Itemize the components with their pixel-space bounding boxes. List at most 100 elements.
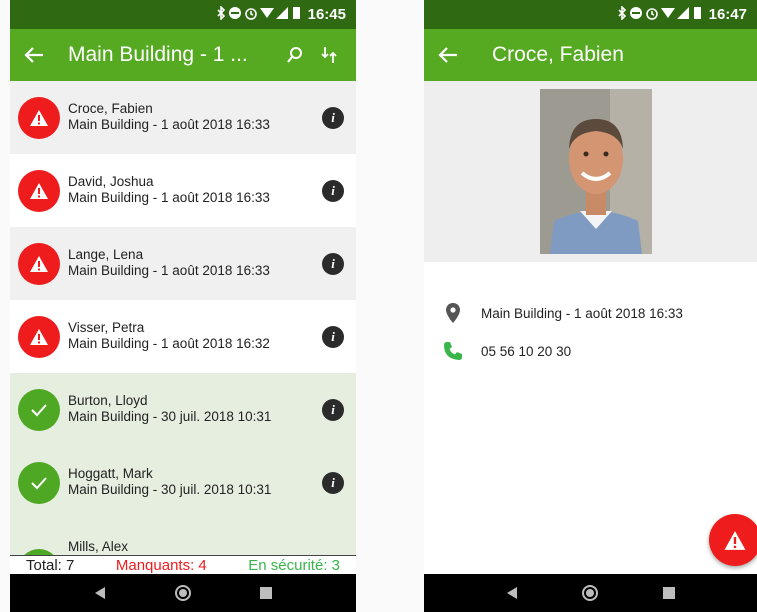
status-icons — [216, 5, 302, 23]
nav-recents-button[interactable] — [662, 586, 676, 600]
alarm-icon — [244, 8, 257, 20]
arrow-left-icon — [438, 47, 457, 63]
info-icon: i — [331, 182, 335, 198]
search-button[interactable] — [278, 29, 312, 81]
status-time: 16:45 — [307, 6, 346, 23]
list-item-text: David, Joshua Main Building - 1 août 201… — [68, 174, 270, 206]
detail-section: Main Building - 1 août 2018 16:33 05 56 … — [424, 262, 757, 370]
status-icons — [617, 5, 703, 23]
list-item[interactable]: Mills, Alex i — [10, 519, 356, 555]
do-not-disturb-icon — [629, 7, 642, 19]
nav-back-button[interactable] — [505, 586, 519, 600]
arrow-left-icon — [24, 47, 43, 63]
list-item[interactable]: Burton, Lloyd Main Building - 30 juil. 2… — [10, 373, 356, 446]
info-icon: i — [331, 401, 335, 417]
search-icon — [287, 47, 302, 63]
nav-home-button[interactable] — [581, 584, 599, 602]
system-nav-bar — [424, 574, 757, 612]
person-location: Main Building - 1 août 2018 16:33 — [68, 263, 270, 278]
back-button[interactable] — [424, 29, 472, 81]
alarm-icon — [645, 8, 658, 20]
wifi-icon — [259, 8, 274, 18]
app-bar: Croce, Fabien — [424, 29, 757, 81]
person-list: Croce, Fabien Main Building - 1 août 201… — [10, 81, 356, 555]
check-icon — [31, 403, 47, 416]
list-item-text: Burton, Lloyd Main Building - 30 juil. 2… — [68, 393, 271, 425]
list-item[interactable]: David, Joshua Main Building - 1 août 201… — [10, 154, 356, 227]
info-icon: i — [331, 474, 335, 490]
phone-text[interactable]: 05 56 10 20 30 — [481, 344, 571, 359]
phone-icon — [442, 340, 464, 362]
person-name: Mills, Alex — [68, 539, 129, 554]
info-button[interactable]: i — [322, 106, 344, 129]
info-button[interactable]: i — [322, 398, 344, 421]
info-button[interactable]: i — [322, 179, 344, 202]
status-time: 16:47 — [708, 6, 747, 23]
safe-badge — [18, 461, 60, 504]
system-nav-bar — [10, 574, 356, 612]
total-count: Total: 7 — [26, 556, 75, 574]
person-name: Lange, Lena — [68, 247, 144, 262]
person-location: Main Building - 1 août 2018 16:33 — [68, 117, 270, 132]
person-photo — [540, 89, 652, 254]
alert-fab-button[interactable] — [709, 514, 757, 566]
nav-back-button[interactable] — [93, 586, 107, 600]
info-button[interactable]: i — [322, 325, 344, 348]
list-item[interactable]: Lange, Lena Main Building - 1 août 2018 … — [10, 227, 356, 300]
safe-count: En sécurité: 3 — [248, 556, 340, 574]
list-item[interactable]: Visser, Petra Main Building - 1 août 201… — [10, 300, 356, 373]
location-pin-icon — [442, 302, 464, 324]
list-item-text: Hoggatt, Mark Main Building - 30 juil. 2… — [68, 466, 271, 498]
status-bar: 16:47 — [424, 0, 757, 29]
nav-home-button[interactable] — [174, 584, 192, 602]
person-name: Burton, Lloyd — [68, 393, 148, 408]
warning-icon — [30, 255, 48, 272]
person-location: Main Building - 1 août 2018 16:32 — [68, 336, 270, 351]
battery-icon — [292, 7, 300, 19]
list-item[interactable]: Croce, Fabien Main Building - 1 août 201… — [10, 81, 356, 154]
missing-count: Manquants: 4 — [115, 556, 207, 574]
person-name: Visser, Petra — [68, 320, 145, 335]
person-location: Main Building - 30 juil. 2018 10:31 — [68, 409, 272, 424]
phone-row[interactable]: 05 56 10 20 30 — [424, 332, 757, 370]
wifi-icon — [660, 8, 675, 18]
info-icon: i — [331, 255, 335, 271]
sort-icon — [321, 47, 337, 63]
missing-badge — [18, 242, 60, 285]
person-name: Croce, Fabien — [68, 101, 153, 116]
list-item-text: Croce, Fabien Main Building - 1 août 201… — [68, 101, 270, 133]
back-button[interactable] — [10, 29, 58, 81]
battery-icon — [693, 7, 701, 19]
list-item[interactable]: Hoggatt, Mark Main Building - 30 juil. 2… — [10, 446, 356, 519]
list-item-text: Mills, Alex — [68, 539, 128, 555]
nav-recents-button[interactable] — [259, 586, 273, 600]
bluetooth-icon — [217, 5, 225, 21]
location-row: Main Building - 1 août 2018 16:33 — [424, 294, 757, 332]
do-not-disturb-icon — [228, 7, 241, 19]
missing-badge — [18, 169, 60, 212]
person-location: Main Building - 1 août 2018 16:33 — [68, 190, 270, 205]
missing-badge — [18, 315, 60, 358]
person-name: David, Joshua — [68, 174, 154, 189]
check-icon — [31, 476, 47, 489]
attendance-list-screen: 16:45 Main Building - 1 ... Croce, Fabie… — [10, 0, 356, 612]
sort-button[interactable] — [312, 29, 346, 81]
info-button[interactable]: i — [322, 471, 344, 494]
app-bar: Main Building - 1 ... — [10, 29, 356, 81]
warning-icon — [30, 328, 48, 345]
info-icon: i — [331, 328, 335, 344]
list-item-text: Lange, Lena Main Building - 1 août 2018 … — [68, 247, 270, 279]
page-title: Croce, Fabien — [492, 43, 624, 66]
signal-icon — [275, 7, 288, 19]
person-name: Hoggatt, Mark — [68, 466, 153, 481]
person-detail-screen: 16:47 Croce, Fabien Main Building - 1 ao… — [424, 0, 757, 612]
page-title: Main Building - 1 ... — [68, 43, 248, 66]
totals-bar: Total: 7 Manquants: 4 En sécurité: 3 — [10, 555, 356, 574]
photo-area — [424, 81, 757, 262]
warning-icon — [30, 182, 48, 199]
location-text: Main Building - 1 août 2018 16:33 — [481, 305, 683, 321]
warning-icon — [724, 530, 746, 550]
missing-badge — [18, 96, 60, 139]
signal-icon — [676, 7, 689, 19]
info-button[interactable]: i — [322, 252, 344, 275]
